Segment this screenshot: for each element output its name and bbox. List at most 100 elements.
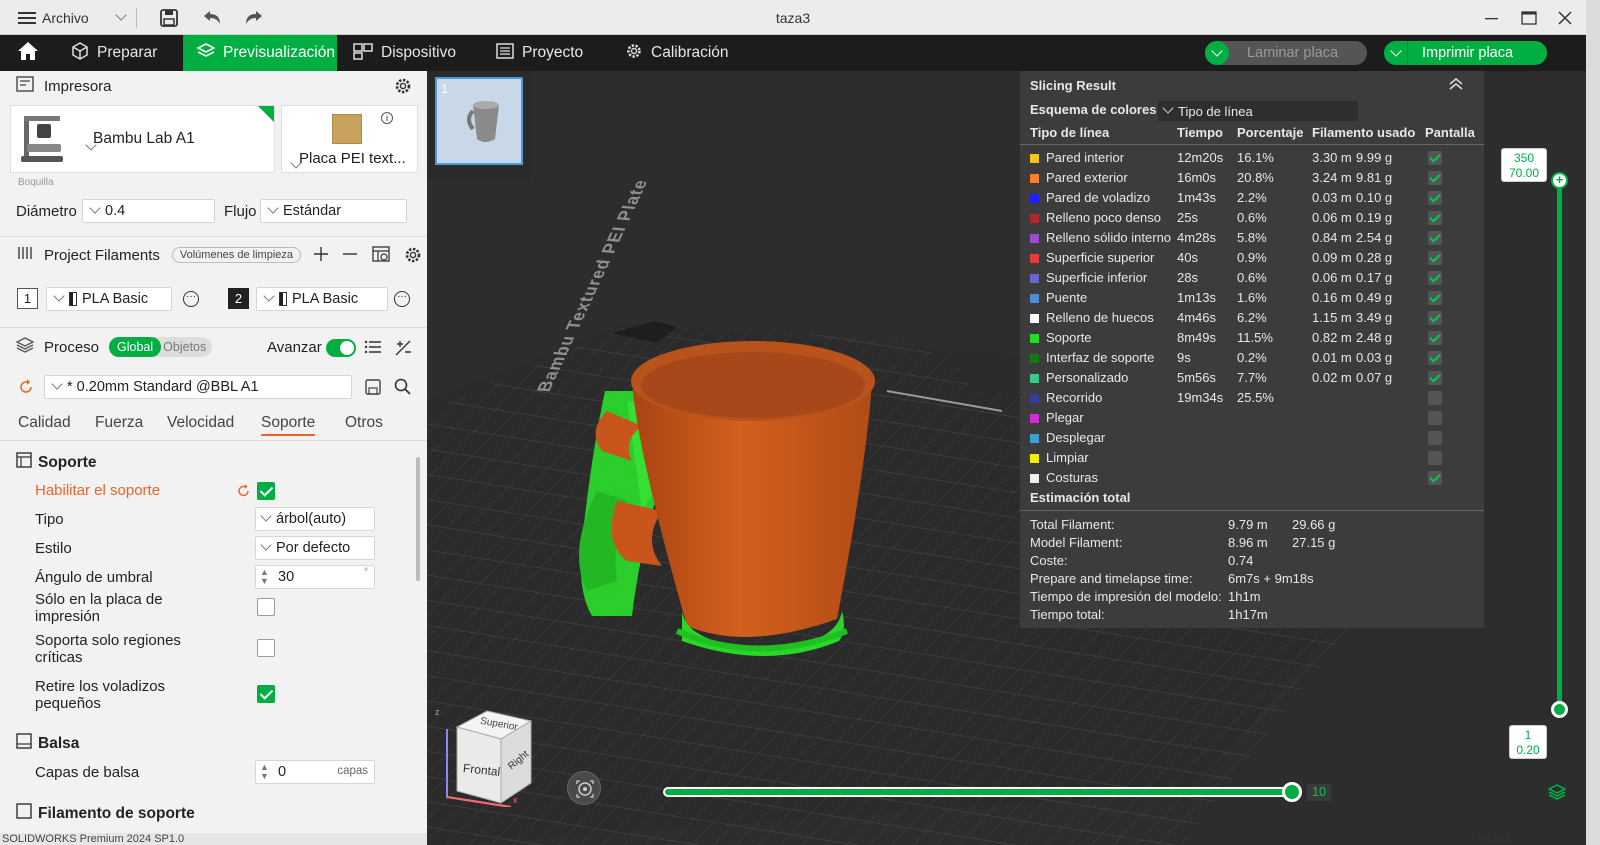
support-type-value: árbol(auto) — [276, 511, 347, 527]
display-checkbox[interactable] — [1428, 431, 1442, 445]
tab-proyecto[interactable]: Proyecto — [482, 35, 597, 71]
display-checkbox[interactable] — [1428, 371, 1442, 385]
file-menu-button[interactable]: Archivo — [18, 7, 131, 29]
display-checkbox[interactable] — [1428, 411, 1442, 425]
critical-regions-checkbox[interactable] — [257, 639, 275, 657]
filament-settings-gear-icon[interactable] — [404, 246, 422, 267]
line-percent: 2.2% — [1237, 190, 1267, 205]
collapse-icon[interactable] — [1448, 77, 1464, 94]
threshold-angle-label: Ángulo de umbral — [35, 569, 153, 586]
plate-only-checkbox[interactable] — [257, 598, 275, 616]
support-style-select[interactable]: Por defecto — [255, 536, 375, 560]
layer-bottom-handle[interactable] — [1551, 701, 1568, 718]
stepper-arrows-icon[interactable]: ▲ ▼ — [260, 763, 270, 781]
print-options-dropdown[interactable] — [1384, 41, 1408, 65]
display-checkbox[interactable] — [1428, 471, 1442, 485]
camera-reset-button[interactable] — [567, 771, 601, 805]
device-icon — [353, 42, 373, 65]
purge-volumes-button[interactable]: Volúmenes de limpieza — [171, 247, 301, 263]
raft-layers-stepper[interactable]: ▲ ▼ 0 capas — [255, 760, 375, 784]
line-length: 1.15 m — [1312, 310, 1352, 325]
tab-otros[interactable]: Otros — [345, 414, 383, 432]
process-profile-select[interactable]: * 0.20mm Standard @BBL A1 — [44, 375, 352, 399]
tab-calidad[interactable]: Calidad — [18, 414, 71, 432]
estimate-row: Model Filament: 8.96 m 27.15 g — [1020, 535, 1484, 553]
line-time: 4m46s — [1177, 310, 1217, 325]
threshold-angle-stepper[interactable]: ▲ ▼ 30 ° — [255, 565, 375, 589]
filament-1-select[interactable]: PLA Basic — [46, 287, 172, 311]
plate-thumbnail-1[interactable]: 1 — [435, 77, 523, 165]
display-checkbox[interactable] — [1428, 291, 1442, 305]
color-scheme-select[interactable]: Tipo de línea — [1158, 101, 1358, 121]
tab-dispositivo[interactable]: Dispositivo — [339, 35, 470, 71]
reset-icon[interactable] — [18, 379, 34, 398]
reset-icon[interactable] — [237, 484, 251, 501]
flow-select[interactable]: Estándar — [260, 199, 407, 223]
line-type-name: Pared exterior — [1046, 170, 1128, 185]
display-checkbox[interactable] — [1428, 391, 1442, 405]
display-checkbox[interactable] — [1428, 151, 1442, 165]
printer-selector[interactable]: Bambu Lab A1 — [10, 105, 275, 173]
layer-bottom-height: 0.20 — [1516, 743, 1540, 757]
move-slider-track[interactable] — [663, 787, 1293, 797]
scrollbar[interactable] — [416, 457, 420, 581]
display-checkbox[interactable] — [1428, 211, 1442, 225]
tab-previsualizacion[interactable]: Previsualización — [183, 35, 337, 71]
filament-2-slot[interactable]: 2 — [228, 288, 249, 309]
close-icon[interactable] — [1558, 7, 1572, 29]
tab-soporte[interactable]: Soporte — [261, 414, 316, 436]
tab-preparar[interactable]: Preparar — [57, 35, 171, 71]
tab-velocidad[interactable]: Velocidad — [167, 414, 234, 432]
filament-1-slot[interactable]: 1 — [17, 288, 38, 309]
display-checkbox[interactable] — [1428, 271, 1442, 285]
toggle-global[interactable]: Global — [109, 337, 162, 357]
tab-fuerza[interactable]: Fuerza — [95, 414, 143, 432]
slice-options-dropdown[interactable] — [1205, 41, 1229, 65]
info-icon[interactable]: i — [381, 112, 393, 124]
add-filament-icon[interactable] — [313, 246, 329, 265]
home-button[interactable] — [4, 35, 52, 71]
slice-plate-button[interactable]: Laminar placa — [1205, 41, 1367, 65]
layer-slider-track[interactable] — [1557, 179, 1562, 709]
chevron-down-icon — [51, 378, 63, 390]
print-plate-button[interactable]: Imprimir placa — [1384, 41, 1547, 65]
remove-filament-icon[interactable] — [342, 246, 358, 265]
minimize-icon[interactable] — [1485, 7, 1499, 29]
remove-small-overhangs-checkbox[interactable] — [257, 685, 275, 703]
display-checkbox[interactable] — [1428, 451, 1442, 465]
display-checkbox[interactable] — [1428, 171, 1442, 185]
maximize-icon[interactable] — [1521, 7, 1537, 29]
line-type-row: Costuras — [1020, 468, 1484, 488]
display-checkbox[interactable] — [1428, 191, 1442, 205]
display-checkbox[interactable] — [1428, 231, 1442, 245]
more-options-icon[interactable]: ··· — [183, 291, 199, 307]
stepper-arrows-icon[interactable]: ▲ ▼ — [260, 568, 270, 586]
display-checkbox[interactable] — [1428, 331, 1442, 345]
save-icon[interactable] — [160, 7, 178, 29]
view-cube[interactable]: Superior Frontal Right z x — [431, 707, 541, 807]
redo-icon[interactable] — [244, 7, 264, 29]
search-icon[interactable] — [394, 378, 412, 399]
layer-top-handle[interactable]: + — [1551, 172, 1568, 189]
more-options-icon[interactable]: ··· — [394, 291, 410, 307]
advanced-switch[interactable] — [326, 339, 356, 357]
global-objects-toggle[interactable]: Global Objetos — [109, 337, 213, 357]
display-checkbox[interactable] — [1428, 351, 1442, 365]
display-checkbox[interactable] — [1428, 251, 1442, 265]
printer-settings-gear-icon[interactable] — [394, 77, 412, 98]
undo-icon[interactable] — [202, 7, 222, 29]
filament-2-select[interactable]: PLA Basic — [256, 287, 388, 311]
move-slider-handle[interactable] — [1282, 782, 1302, 802]
support-type-select[interactable]: árbol(auto) — [255, 507, 375, 531]
plate-selector[interactable]: i Placa PEI text... — [281, 105, 418, 173]
layers-toggle-icon[interactable] — [1547, 783, 1567, 804]
list-view-icon[interactable] — [364, 339, 382, 358]
display-checkbox[interactable] — [1428, 311, 1442, 325]
compare-icon[interactable] — [394, 339, 412, 360]
tab-calibracion[interactable]: Calibración — [611, 35, 743, 71]
toggle-objects[interactable]: Objetos — [161, 337, 212, 357]
enable-support-checkbox[interactable] — [257, 482, 275, 500]
filament-sync-icon[interactable] — [372, 246, 390, 265]
diameter-select[interactable]: 0.4 — [82, 199, 215, 223]
save-profile-icon[interactable] — [365, 379, 381, 398]
